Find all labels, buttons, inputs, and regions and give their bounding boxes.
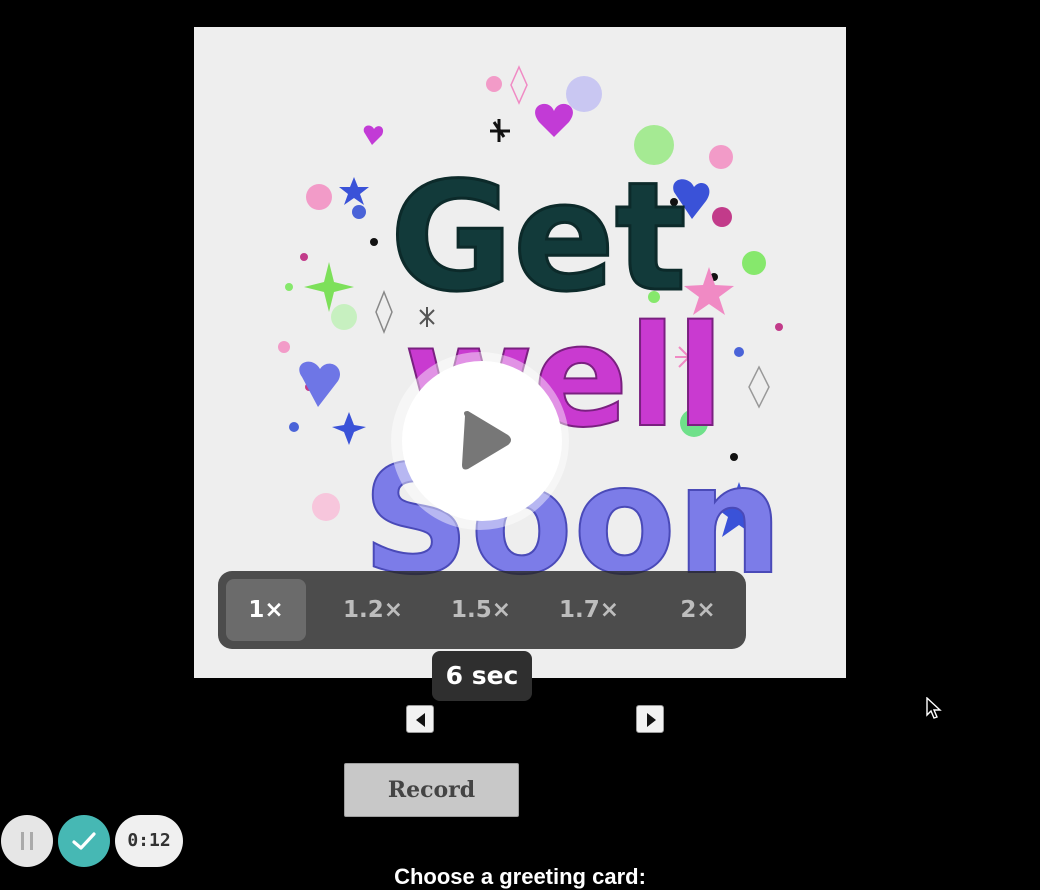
next-card-button[interactable] [636, 705, 664, 733]
speed-option-1-5x[interactable]: 1.5× [441, 579, 521, 641]
record-button[interactable]: Record [344, 763, 519, 817]
recorder-timer: 0:12 [115, 815, 183, 867]
checkmark-icon [72, 832, 96, 850]
speed-option-1-2x[interactable]: 1.2× [333, 579, 413, 641]
previous-card-button[interactable] [406, 705, 434, 733]
recorder-finish-button[interactable] [58, 815, 110, 867]
pause-icon [21, 832, 33, 850]
speed-option-1x[interactable]: 1× [226, 579, 306, 641]
speed-option-1-7x[interactable]: 1.7× [549, 579, 629, 641]
triangle-right-icon [647, 713, 656, 727]
play-button[interactable] [402, 361, 562, 521]
recorder-pause-button[interactable] [1, 815, 53, 867]
duration-tooltip: 6 sec [432, 651, 532, 701]
choose-card-label: Choose a greeting card: [394, 864, 646, 889]
triangle-left-icon [416, 713, 425, 727]
play-icon [462, 411, 511, 470]
mouse-cursor-icon [926, 697, 942, 719]
speed-option-2x[interactable]: 2× [658, 579, 738, 641]
playback-speed-selector: 1× 1.2× 1.5× 1.7× 2× [218, 571, 746, 649]
